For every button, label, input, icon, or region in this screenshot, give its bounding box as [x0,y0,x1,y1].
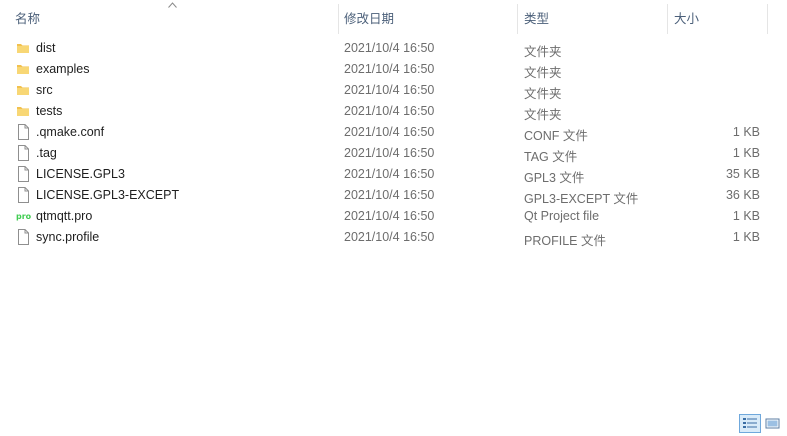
column-divider[interactable] [767,4,768,34]
column-header-date-modified[interactable]: 修改日期 [344,0,516,34]
file-name: sync.profile [36,230,100,244]
column-divider[interactable] [517,4,518,34]
file-size: 35 KB [725,167,760,181]
qt-project-file-icon: pro [16,208,32,224]
folder-icon [16,103,30,119]
file-name: dist [36,41,56,55]
file-row[interactable]: tests 2021/10/4 16:50 文件夹 [0,101,787,122]
details-view-icon [743,418,757,428]
folder-icon [16,82,30,98]
file-date-modified: 2021/10/4 16:50 [344,146,435,160]
file-date-modified: 2021/10/4 16:50 [344,209,435,223]
file-name: qtmqtt.pro [36,209,93,223]
column-header-name[interactable]: 名称 [15,0,337,34]
file-type: 文件夹 [524,87,562,101]
file-icon [16,145,30,161]
file-icon [16,166,30,182]
column-divider[interactable] [667,4,668,34]
file-row[interactable]: .qmake.conf 2021/10/4 16:50 CONF 文件 1 KB [0,122,787,143]
file-type: CONF 文件 [524,129,588,143]
file-name: src [36,83,53,97]
file-row[interactable]: src 2021/10/4 16:50 文件夹 [0,80,787,101]
file-name: LICENSE.GPL3-EXCEPT [36,188,180,202]
file-size: 1 KB [732,146,760,160]
file-icon [16,124,30,140]
file-date-modified: 2021/10/4 16:50 [344,188,435,202]
file-name: tests [36,104,63,118]
column-divider[interactable] [338,4,339,34]
file-type: 文件夹 [524,45,562,59]
file-type: GPL3 文件 [524,171,585,185]
tiles-view-icon [765,418,780,429]
file-row[interactable]: pro qtmqtt.pro 2021/10/4 16:50 Qt Project f… [0,206,787,227]
file-date-modified: 2021/10/4 16:50 [344,167,435,181]
file-type: TAG 文件 [524,150,578,164]
folder-icon [16,40,30,56]
file-date-modified: 2021/10/4 16:50 [344,62,435,76]
details-view-button[interactable] [739,414,761,433]
file-date-modified: 2021/10/4 16:50 [344,41,435,55]
column-header-size[interactable]: 大小 [674,0,766,34]
file-date-modified: 2021/10/4 16:50 [344,125,435,139]
folder-icon [16,61,30,77]
file-size: 1 KB [732,230,760,244]
file-name: examples [36,62,90,76]
file-row[interactable]: .tag 2021/10/4 16:50 TAG 文件 1 KB [0,143,787,164]
file-name: LICENSE.GPL3 [36,167,125,181]
file-size: 1 KB [732,209,760,223]
file-row[interactable]: sync.profile 2021/10/4 16:50 PROFILE 文件 1 K… [0,227,787,248]
file-row[interactable]: dist 2021/10/4 16:50 文件夹 [0,38,787,59]
file-name: .qmake.conf [36,125,105,139]
file-icon [16,229,30,245]
file-size: 36 KB [725,188,760,202]
file-type: 文件夹 [524,108,562,122]
file-name: .tag [36,146,57,160]
file-date-modified: 2021/10/4 16:50 [344,104,435,118]
file-row[interactable]: LICENSE.GPL3 2021/10/4 16:50 GPL3 文件 35 KB [0,164,787,185]
large-icons-view-button[interactable] [762,414,784,433]
column-header-bar: 名称 修改日期 类型 大小 [0,0,787,34]
file-date-modified: 2021/10/4 16:50 [344,83,435,97]
file-type: 文件夹 [524,66,562,80]
file-size: 1 KB [732,125,760,139]
file-row[interactable]: LICENSE.GPL3-EXCEPT 2021/10/4 16:50 GPL3-E… [0,185,787,206]
file-type: GPL3-EXCEPT 文件 [524,192,639,206]
svg-text:pro: pro [16,212,32,221]
file-type: Qt Project file [524,209,600,223]
file-icon [16,187,30,203]
column-header-type[interactable]: 类型 [524,0,666,34]
file-type: PROFILE 文件 [524,234,606,248]
file-row[interactable]: examples 2021/10/4 16:50 文件夹 [0,59,787,80]
file-date-modified: 2021/10/4 16:50 [344,230,435,244]
